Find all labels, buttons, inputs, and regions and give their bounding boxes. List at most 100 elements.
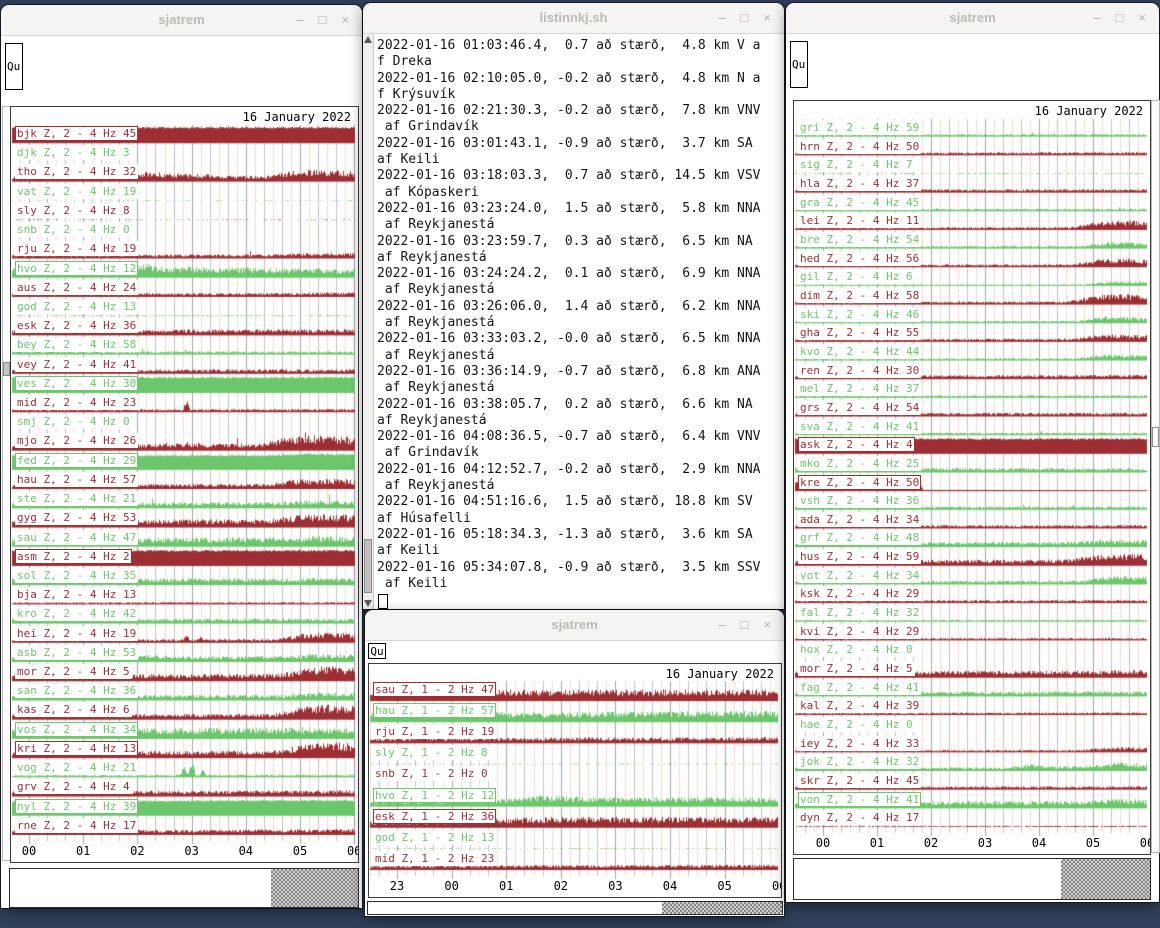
channel-label[interactable]: sol Z, 2 - 4 Hz 35 bbox=[15, 568, 138, 583]
channel-label[interactable]: vot Z, 2 - 4 Hz 34 bbox=[798, 568, 921, 583]
channel-label[interactable]: vat Z, 2 - 4 Hz 19 bbox=[15, 184, 138, 199]
channel-label[interactable]: vey Z, 2 - 4 Hz 41 bbox=[15, 357, 138, 372]
channel-label[interactable]: mid Z, 2 - 4 Hz 23 bbox=[15, 395, 138, 410]
channel-label[interactable]: mor Z, 2 - 4 Hz 5 bbox=[798, 661, 915, 676]
channel-label[interactable]: san Z, 2 - 4 Hz 36 bbox=[15, 683, 138, 698]
close-button[interactable]: × bbox=[763, 11, 771, 25]
channel-label[interactable]: hox Z, 2 - 4 Hz 0 bbox=[798, 642, 915, 657]
titlebar[interactable]: sjatrem – □ × bbox=[365, 610, 784, 641]
channel-label[interactable]: gil Z, 2 - 4 Hz 6 bbox=[798, 269, 915, 284]
channel-label[interactable]: rju Z, 2 - 4 Hz 19 bbox=[15, 241, 138, 256]
channel-label[interactable]: dyn Z, 2 - 4 Hz 17 bbox=[798, 810, 921, 825]
channel-label[interactable]: mko Z, 2 - 4 Hz 25 bbox=[798, 456, 921, 471]
minimize-button[interactable]: – bbox=[296, 13, 303, 27]
maximize-button[interactable]: □ bbox=[741, 618, 749, 632]
minimize-button[interactable]: – bbox=[1093, 11, 1100, 25]
scrollbar-thumb[interactable] bbox=[3, 362, 10, 376]
quit-button[interactable]: Qu bbox=[790, 41, 808, 88]
channel-label[interactable]: asb Z, 2 - 4 Hz 53 bbox=[15, 645, 138, 660]
channel-label[interactable]: grf Z, 2 - 4 Hz 48 bbox=[798, 530, 921, 545]
channel-label[interactable]: ksk Z, 2 - 4 Hz 29 bbox=[798, 586, 921, 601]
channel-label[interactable]: ves Z, 2 - 4 Hz 30 bbox=[15, 376, 138, 391]
channel-label[interactable]: vog Z, 2 - 4 Hz 21 bbox=[15, 760, 138, 775]
channel-label[interactable]: rne Z, 2 - 4 Hz 17 bbox=[15, 818, 138, 833]
channel-label[interactable]: hla Z, 2 - 4 Hz 37 bbox=[798, 176, 921, 191]
channel-label[interactable]: esk Z, 2 - 4 Hz 36 bbox=[15, 318, 138, 333]
channel-label[interactable]: vsh Z, 2 - 4 Hz 36 bbox=[798, 493, 921, 508]
time-range-bar[interactable] bbox=[9, 868, 359, 908]
channel-label[interactable]: smj Z, 2 - 4 Hz 0 bbox=[15, 414, 132, 429]
channel-label[interactable]: jok Z, 2 - 4 Hz 32 bbox=[798, 754, 921, 769]
channel-label[interactable]: grv Z, 2 - 4 Hz 4 bbox=[15, 779, 132, 794]
channel-label[interactable]: iey Z, 2 - 4 Hz 33 bbox=[798, 736, 921, 751]
channel-label[interactable]: mid Z, 1 - 2 Hz 23 bbox=[373, 851, 496, 866]
scrollbar-thumb[interactable] bbox=[1152, 427, 1159, 447]
channel-label[interactable]: hvo Z, 1 - 2 Hz 12 bbox=[373, 788, 496, 803]
channel-label[interactable]: god Z, 2 - 4 Hz 13 bbox=[15, 299, 138, 314]
close-button[interactable]: × bbox=[763, 618, 771, 632]
close-button[interactable]: × bbox=[341, 13, 349, 27]
horizontal-scrollbar[interactable] bbox=[367, 901, 783, 915]
channel-label[interactable]: hau Z, 2 - 4 Hz 57 bbox=[15, 472, 138, 487]
channel-label[interactable]: von Z, 2 - 4 Hz 41 bbox=[798, 792, 921, 807]
channel-label[interactable]: kro Z, 2 - 4 Hz 42 bbox=[15, 606, 138, 621]
vertical-scrollbar[interactable] bbox=[363, 34, 374, 609]
channel-label[interactable]: ask Z, 2 - 4 Hz 4 bbox=[798, 437, 915, 452]
channel-label[interactable]: hed Z, 2 - 4 Hz 56 bbox=[798, 251, 921, 266]
selected-range-hatch[interactable] bbox=[271, 869, 358, 907]
channel-label[interactable]: gyg Z, 2 - 4 Hz 53 bbox=[15, 510, 138, 525]
channel-label[interactable]: fed Z, 2 - 4 Hz 29 bbox=[15, 453, 138, 468]
channel-label[interactable]: asm Z, 2 - 4 Hz 2 bbox=[15, 549, 132, 564]
channel-label[interactable]: dim Z, 2 - 4 Hz 58 bbox=[798, 288, 921, 303]
channel-label[interactable]: kvi Z, 2 - 4 Hz 29 bbox=[798, 624, 921, 639]
channel-label[interactable]: god Z, 1 - 2 Hz 13 bbox=[373, 830, 496, 845]
channel-label[interactable]: sig Z, 2 - 4 Hz 7 bbox=[798, 157, 915, 172]
event-list-text[interactable]: 2022-01-16 01:03:46.4, 0.7 að stærð, 4.8… bbox=[377, 38, 761, 592]
channel-label[interactable]: kri Z, 2 - 4 Hz 13 bbox=[15, 741, 138, 756]
channel-label[interactable]: sly Z, 1 - 2 Hz 8 bbox=[373, 745, 490, 760]
maximize-button[interactable]: □ bbox=[1116, 11, 1124, 25]
channel-label[interactable]: snb Z, 2 - 4 Hz 0 bbox=[15, 222, 132, 237]
channel-label[interactable]: ski Z, 2 - 4 Hz 46 bbox=[798, 307, 921, 322]
selected-range-hatch[interactable] bbox=[1061, 859, 1150, 899]
channel-label[interactable]: mor Z, 2 - 4 Hz 5 bbox=[15, 664, 132, 679]
channel-label[interactable]: bjk Z, 2 - 4 Hz 45 bbox=[15, 126, 138, 141]
channel-label[interactable]: kas Z, 2 - 4 Hz 6 bbox=[15, 702, 132, 717]
channel-label[interactable]: gri Z, 2 - 4 Hz 59 bbox=[798, 120, 921, 135]
channel-label[interactable]: fal Z, 2 - 4 Hz 32 bbox=[798, 605, 921, 620]
channel-label[interactable]: kvo Z, 2 - 4 Hz 44 bbox=[798, 344, 921, 359]
channel-label[interactable]: mjo Z, 2 - 4 Hz 26 bbox=[15, 433, 138, 448]
channel-label[interactable]: djk Z, 2 - 4 Hz 3 bbox=[15, 145, 132, 160]
channel-label[interactable]: hvo Z, 2 - 4 Hz 12 bbox=[15, 261, 138, 276]
channel-label[interactable]: ada Z, 2 - 4 Hz 34 bbox=[798, 512, 921, 527]
channel-label[interactable]: sau Z, 2 - 4 Hz 47 bbox=[15, 530, 138, 545]
minimize-button[interactable]: – bbox=[718, 11, 725, 25]
maximize-button[interactable]: □ bbox=[319, 13, 327, 27]
channel-label[interactable]: ren Z, 2 - 4 Hz 30 bbox=[798, 363, 921, 378]
channel-label[interactable]: hrn Z, 2 - 4 Hz 50 bbox=[798, 139, 921, 154]
close-button[interactable]: × bbox=[1138, 11, 1146, 25]
maximize-button[interactable]: □ bbox=[741, 11, 749, 25]
titlebar[interactable]: sjatrem – □ × bbox=[786, 3, 1159, 34]
channel-label[interactable]: aus Z, 2 - 4 Hz 24 bbox=[15, 280, 138, 295]
minimize-button[interactable]: – bbox=[718, 618, 725, 632]
channel-label[interactable]: kal Z, 2 - 4 Hz 39 bbox=[798, 698, 921, 713]
channel-label[interactable]: fag Z, 2 - 4 Hz 41 bbox=[798, 680, 921, 695]
channel-label[interactable]: rju Z, 1 - 2 Hz 19 bbox=[373, 724, 496, 739]
channel-label[interactable]: bre Z, 2 - 4 Hz 54 bbox=[798, 232, 921, 247]
channel-label[interactable]: bja Z, 2 - 4 Hz 13 bbox=[15, 587, 138, 602]
channel-label[interactable]: sly Z, 2 - 4 Hz 8 bbox=[15, 203, 132, 218]
channel-label[interactable]: mel Z, 2 - 4 Hz 37 bbox=[798, 381, 921, 396]
channel-label[interactable]: hei Z, 2 - 4 Hz 19 bbox=[15, 626, 138, 641]
channel-label[interactable]: ste Z, 2 - 4 Hz 21 bbox=[15, 491, 138, 506]
channel-label[interactable]: hau Z, 1 - 2 Hz 57 bbox=[373, 703, 496, 718]
channel-label[interactable]: nyl Z, 2 - 4 Hz 39 bbox=[15, 799, 138, 814]
channel-label[interactable]: kre Z, 2 - 4 Hz 50 bbox=[798, 475, 921, 490]
scroll-down-icon[interactable] bbox=[364, 600, 372, 607]
channel-label[interactable]: esk Z, 1 - 2 Hz 36 bbox=[373, 809, 496, 824]
channel-label[interactable]: tho Z, 2 - 4 Hz 32 bbox=[15, 164, 138, 179]
channel-label[interactable]: skr Z, 2 - 4 Hz 45 bbox=[798, 773, 921, 788]
channel-label[interactable]: vos Z, 2 - 4 Hz 34 bbox=[15, 722, 138, 737]
channel-label[interactable]: gra Z, 2 - 4 Hz 45 bbox=[798, 195, 921, 210]
scrollbar-thumb[interactable] bbox=[364, 539, 372, 593]
